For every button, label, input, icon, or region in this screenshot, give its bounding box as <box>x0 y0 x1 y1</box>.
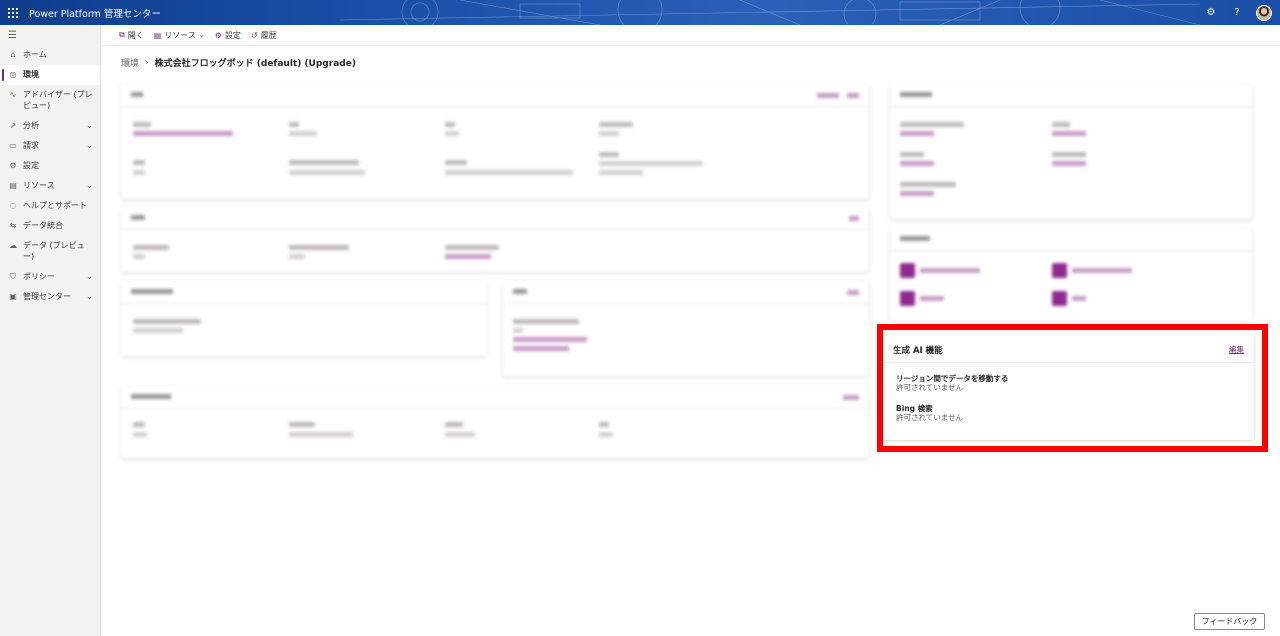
nav-item-label: データ (プレビュー) <box>23 241 85 261</box>
nav-item-policy[interactable]: ⛉ ポリシー ⌄ <box>0 267 100 287</box>
resources-command[interactable]: ▤ リソース ⌄ <box>154 30 205 41</box>
nav-item-billing[interactable]: ▭ 請求 ⌄ <box>0 136 100 156</box>
help-button[interactable]: ? <box>1230 6 1244 20</box>
nav-item-environment[interactable]: ◎ 環境 <box>0 65 100 85</box>
security-card <box>890 84 1252 219</box>
chevron-down-icon: ⌄ <box>86 181 93 190</box>
data-integration-icon: ⇆ <box>9 220 17 230</box>
nav-item-label: 環境 <box>23 70 39 79</box>
header-decoration <box>340 0 1200 25</box>
nav-item-label: ポリシー <box>23 272 55 281</box>
settings-label: 設定 <box>224 30 241 40</box>
nav-item-label: 設定 <box>23 161 39 170</box>
nav-item-admin-centers[interactable]: ▣ 管理センター ⌄ <box>0 287 100 307</box>
details-card <box>121 84 869 199</box>
app-title[interactable]: Power Platform 管理センター <box>29 6 161 20</box>
nav-item-analytics[interactable]: ↗ 分析 ⌄ <box>0 116 100 136</box>
admin-centers-icon: ▣ <box>9 291 17 301</box>
nav-item-settings[interactable]: ⚙ 設定 <box>0 156 100 176</box>
breadcrumb: 環境 › 株式会社フロッグボッド (default) (Upgrade) <box>121 56 356 70</box>
resources-icon: ▤ <box>9 180 17 190</box>
resources-icon: ▤ <box>153 30 162 40</box>
nav-item-label: データ統合 <box>23 221 63 230</box>
version-card <box>121 281 487 356</box>
nav-item-data-preview[interactable]: ☁ データ (プレビュー) <box>0 236 100 267</box>
nav-item-label: ヘルプとサポート <box>23 201 87 210</box>
waffle-icon <box>7 7 18 18</box>
history-command[interactable]: ↺ 履歴 <box>251 30 277 41</box>
nav-item-data-integration[interactable]: ⇆ データ統合 <box>0 216 100 236</box>
nav-item-label: リソース <box>23 181 55 190</box>
home-icon: ⌂ <box>10 49 16 59</box>
data-preview-icon: ☁ <box>9 240 17 250</box>
nav-collapse-button[interactable]: ☰ <box>0 25 100 45</box>
chevron-down-icon: ⌄ <box>86 141 93 150</box>
help-support-icon: ◌ <box>9 200 17 210</box>
nav-item-advisor[interactable]: ∿ アドバイザー (プレビュー) <box>0 85 100 116</box>
nav-item-help-support[interactable]: ◌ ヘルプとサポート <box>0 196 100 216</box>
nav-item-home[interactable]: ⌂ ホーム <box>0 45 100 65</box>
access-card <box>121 207 869 272</box>
settings-gear-button[interactable]: ⚙ <box>1204 6 1218 20</box>
open-command[interactable]: ⧉ 開く <box>119 30 144 41</box>
chevron-down-icon: ⌄ <box>198 31 205 39</box>
nav-item-resources[interactable]: ▤ リソース ⌄ <box>0 176 100 196</box>
advisor-icon: ∿ <box>9 89 17 99</box>
resources-label: リソース <box>164 30 196 40</box>
recent-operations-card <box>121 386 869 458</box>
chevron-down-icon: ⌄ <box>86 121 93 130</box>
settings-icon: ⚙ <box>214 30 222 40</box>
gear-icon: ⚙ <box>1206 7 1216 18</box>
nav-item-label: 請求 <box>23 141 39 150</box>
nav-item-label: 分析 <box>23 121 39 130</box>
settings-command[interactable]: ⚙ 設定 <box>215 30 241 41</box>
nav-item-label: 管理センター <box>23 292 71 301</box>
history-label: 履歴 <box>260 30 277 40</box>
top-bar: Power Platform 管理センター ⚙ ? <box>0 0 1280 25</box>
command-bar: ⧉ 開く ▤ リソース ⌄ ⚙ 設定 ↺ 履歴 <box>101 25 1280 46</box>
nav-item-label: ホーム <box>23 50 47 59</box>
page-title: 株式会社フロッグボッド (default) (Upgrade) <box>154 59 356 69</box>
resources-apps-card <box>890 228 1252 322</box>
chevron-down-icon: ⌄ <box>86 272 93 281</box>
settings-icon: ⚙ <box>9 160 17 170</box>
billing-icon: ▭ <box>9 140 17 150</box>
policy-icon: ⛉ <box>10 271 16 281</box>
open-icon: ⧉ <box>119 30 125 39</box>
analytics-icon: ↗ <box>9 120 17 130</box>
breadcrumb-environments-link[interactable]: 環境 <box>121 56 139 69</box>
resources-card <box>503 281 869 376</box>
highlight-box <box>877 324 1268 452</box>
history-icon: ↺ <box>250 30 258 40</box>
nav-item-label: アドバイザー (プレビュー) <box>23 90 93 110</box>
environment-icon: ◎ <box>9 69 17 79</box>
hamburger-icon: ☰ <box>8 29 17 41</box>
app-launcher-button[interactable] <box>0 0 25 25</box>
help-icon: ? <box>1234 7 1240 18</box>
chevron-down-icon: ⌄ <box>86 292 93 301</box>
chevron-right-icon: › <box>145 57 149 68</box>
left-navigation: ☰ ⌂ ホーム ◎ 環境 ∿ アドバイザー (プレビュー) ↗ 分析 ⌄ ▭ 請求 ⌄ ⚙ 設定 ▤ リソース… <box>0 25 101 636</box>
feedback-button[interactable]: フィードバック <box>1194 613 1265 630</box>
user-avatar[interactable] <box>1256 4 1272 21</box>
open-label: 開く <box>127 30 144 40</box>
